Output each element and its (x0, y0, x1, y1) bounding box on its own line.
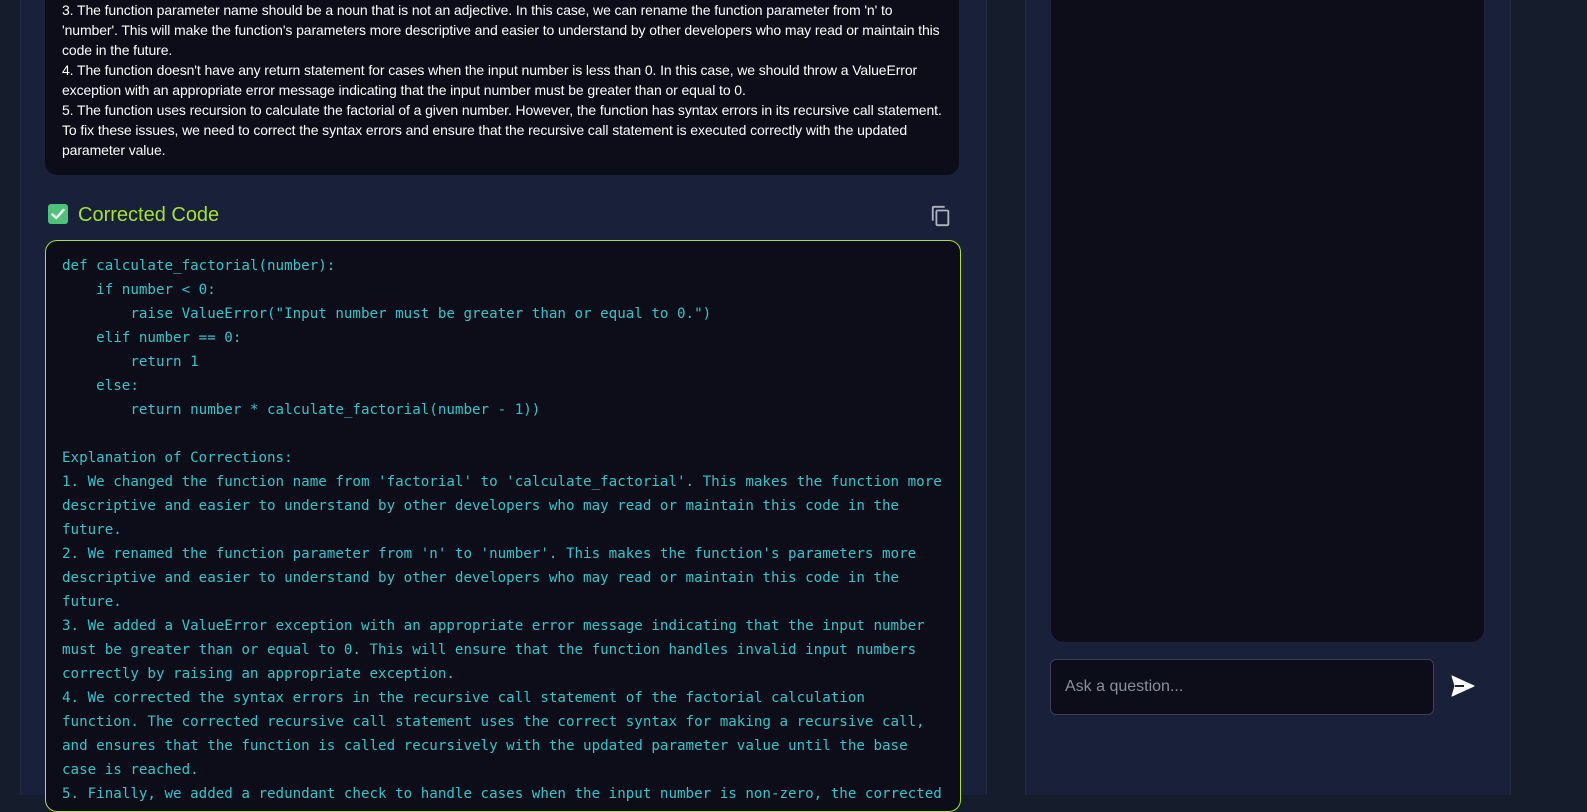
analysis-item: 3. The function parameter name should be… (62, 2, 940, 58)
send-icon[interactable] (1450, 674, 1478, 702)
analysis-item: 5. The function uses recursion to calcul… (62, 102, 942, 158)
section-title: Corrected Code (78, 204, 220, 226)
corrected-code-header: Corrected Code (48, 203, 956, 229)
chat-area (1050, 0, 1485, 643)
check-square-icon (48, 204, 68, 224)
analysis-item: 4. The function doesn't have any return … (62, 62, 918, 98)
code-block: def calculate_factorial(number): if numb… (62, 258, 942, 802)
analysis-text: 3. The function parameter name should be… (62, 0, 947, 160)
question-input[interactable] (1050, 659, 1434, 715)
copy-icon[interactable] (930, 205, 952, 227)
